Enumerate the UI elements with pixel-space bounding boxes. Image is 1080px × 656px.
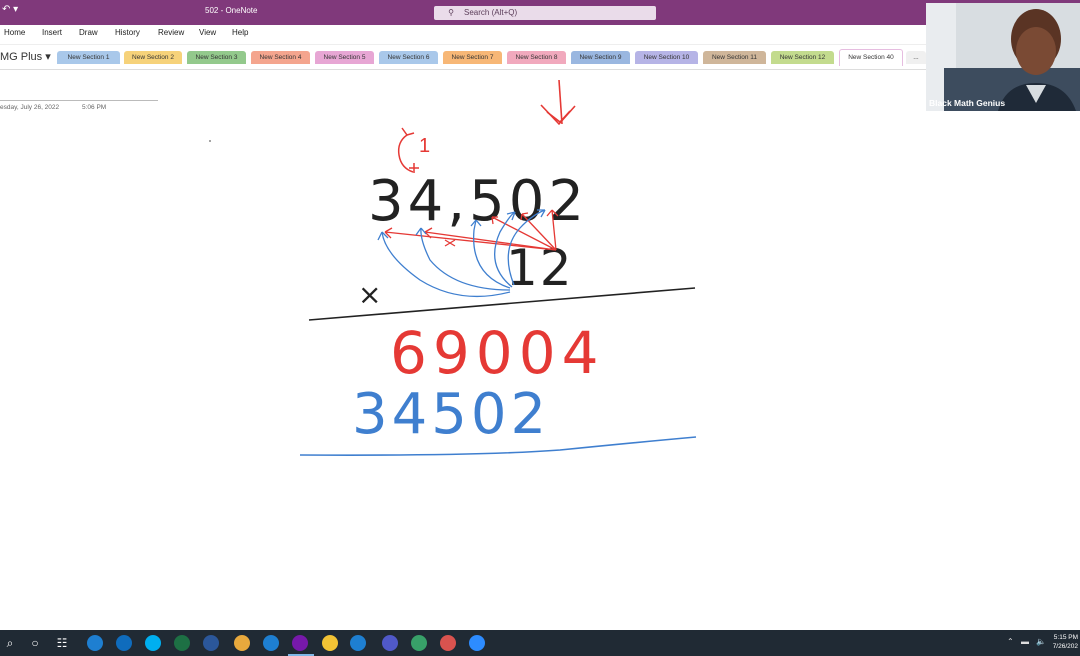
word-icon[interactable] (203, 635, 219, 651)
edge-legacy-icon[interactable] (350, 635, 366, 651)
notebook-selector[interactable]: MG Plus ▾ (0, 50, 51, 63)
ink-dot (209, 140, 211, 142)
edge-icon[interactable] (263, 635, 279, 651)
search-box[interactable]: ⚲ Search (Alt+Q) (434, 6, 656, 20)
menu-review[interactable]: Review (158, 28, 184, 37)
pointer-arrow (540, 79, 576, 126)
skype-icon[interactable] (145, 635, 161, 651)
webcam-label: Black Math Genius (929, 98, 1006, 108)
task-view-icon[interactable]: ☷ (54, 635, 70, 651)
carry-digit: 1 (419, 135, 430, 157)
zoom-icon[interactable] (469, 635, 485, 651)
eraser-app-icon[interactable] (440, 635, 456, 651)
menu-history[interactable]: History (115, 28, 140, 37)
outlook-icon[interactable] (116, 635, 132, 651)
section-tab[interactable]: New Section 4 (251, 51, 310, 64)
chevron-up-icon[interactable]: ⌃ (1007, 637, 1014, 646)
notebook-name: MG Plus (0, 51, 43, 63)
window-title: 502 - OneNote (205, 6, 258, 15)
cortana-icon[interactable]: ○ (27, 635, 43, 651)
menu-view[interactable]: View (199, 28, 216, 37)
section-tab[interactable]: New Section 8 (507, 51, 566, 64)
section-tab[interactable]: New Section 1 (57, 51, 120, 64)
menu-draw[interactable]: Draw (79, 28, 98, 37)
section-tab[interactable]: New Section 7 (443, 51, 502, 64)
clock-time: 5:15 PM (1053, 634, 1078, 641)
section-tab[interactable]: New Section 5 (315, 51, 374, 64)
title-bar: ↶ ▾ 502 - OneNote ⚲ Search (Alt+Q) (0, 0, 1080, 25)
section-tab[interactable]: New Section 2 (124, 51, 182, 64)
menu-insert[interactable]: Insert (42, 28, 62, 37)
clock-date: 7/26/202 (1052, 643, 1078, 650)
volume-icon[interactable]: 🔈 (1036, 637, 1046, 646)
section-tab[interactable]: New Section 10 (635, 51, 698, 64)
quick-access-toolbar[interactable]: ↶ ▾ (2, 4, 18, 15)
section-tab[interactable]: New Section 9 (571, 51, 630, 64)
multiplicand: 34,502 (368, 169, 588, 234)
chevron-down-icon: ▾ (45, 51, 51, 63)
teams-icon[interactable] (382, 635, 398, 651)
file-explorer-icon[interactable] (322, 635, 338, 651)
notebook-bar: MG Plus ▾ New Section 1 New Section 2 New … (0, 45, 1080, 70)
partial-product-2: 34502 (352, 382, 550, 447)
partial-product-1: 69004 (390, 319, 605, 387)
search-placeholder: Search (Alt+Q) (464, 8, 518, 17)
search-icon: ⚲ (448, 8, 454, 17)
maps-icon[interactable] (411, 635, 427, 651)
section-tab[interactable]: New Section 11 (703, 51, 766, 64)
onenote-icon[interactable] (292, 635, 308, 651)
ribbon-menu: Home Insert Draw History Review View Hel… (0, 25, 1080, 45)
webcam-overlay: Black Math Genius (926, 3, 1080, 111)
ink-canvas[interactable]: 1 34,502 12 × 69004 34502 (0, 70, 1080, 630)
search-icon[interactable]: ⌕ (2, 635, 18, 651)
taskbar: ⌕ ○ ☷ ⌃ ▬ 🔈 5:15 PM 7/26/202 (0, 630, 1080, 656)
section-tab[interactable]: New Section 40 (839, 49, 903, 66)
section-tab[interactable]: New Section 3 (187, 51, 246, 64)
menu-home[interactable]: Home (4, 28, 25, 37)
section-tab[interactable]: ... (906, 51, 926, 64)
menu-help[interactable]: Help (232, 28, 248, 37)
section-tab[interactable]: New Section 12 (771, 51, 834, 64)
network-icon[interactable]: ▬ (1021, 637, 1029, 646)
excel-icon[interactable] (174, 635, 190, 651)
section-tab[interactable]: New Section 6 (379, 51, 438, 64)
multiply-sign: × (358, 278, 381, 311)
presenter-video (926, 3, 1080, 111)
chrome-icon[interactable] (234, 635, 250, 651)
carry-mark (397, 127, 419, 173)
system-clock[interactable]: 5:15 PM 7/26/202 (1053, 633, 1078, 651)
ie-icon[interactable] (87, 635, 103, 651)
